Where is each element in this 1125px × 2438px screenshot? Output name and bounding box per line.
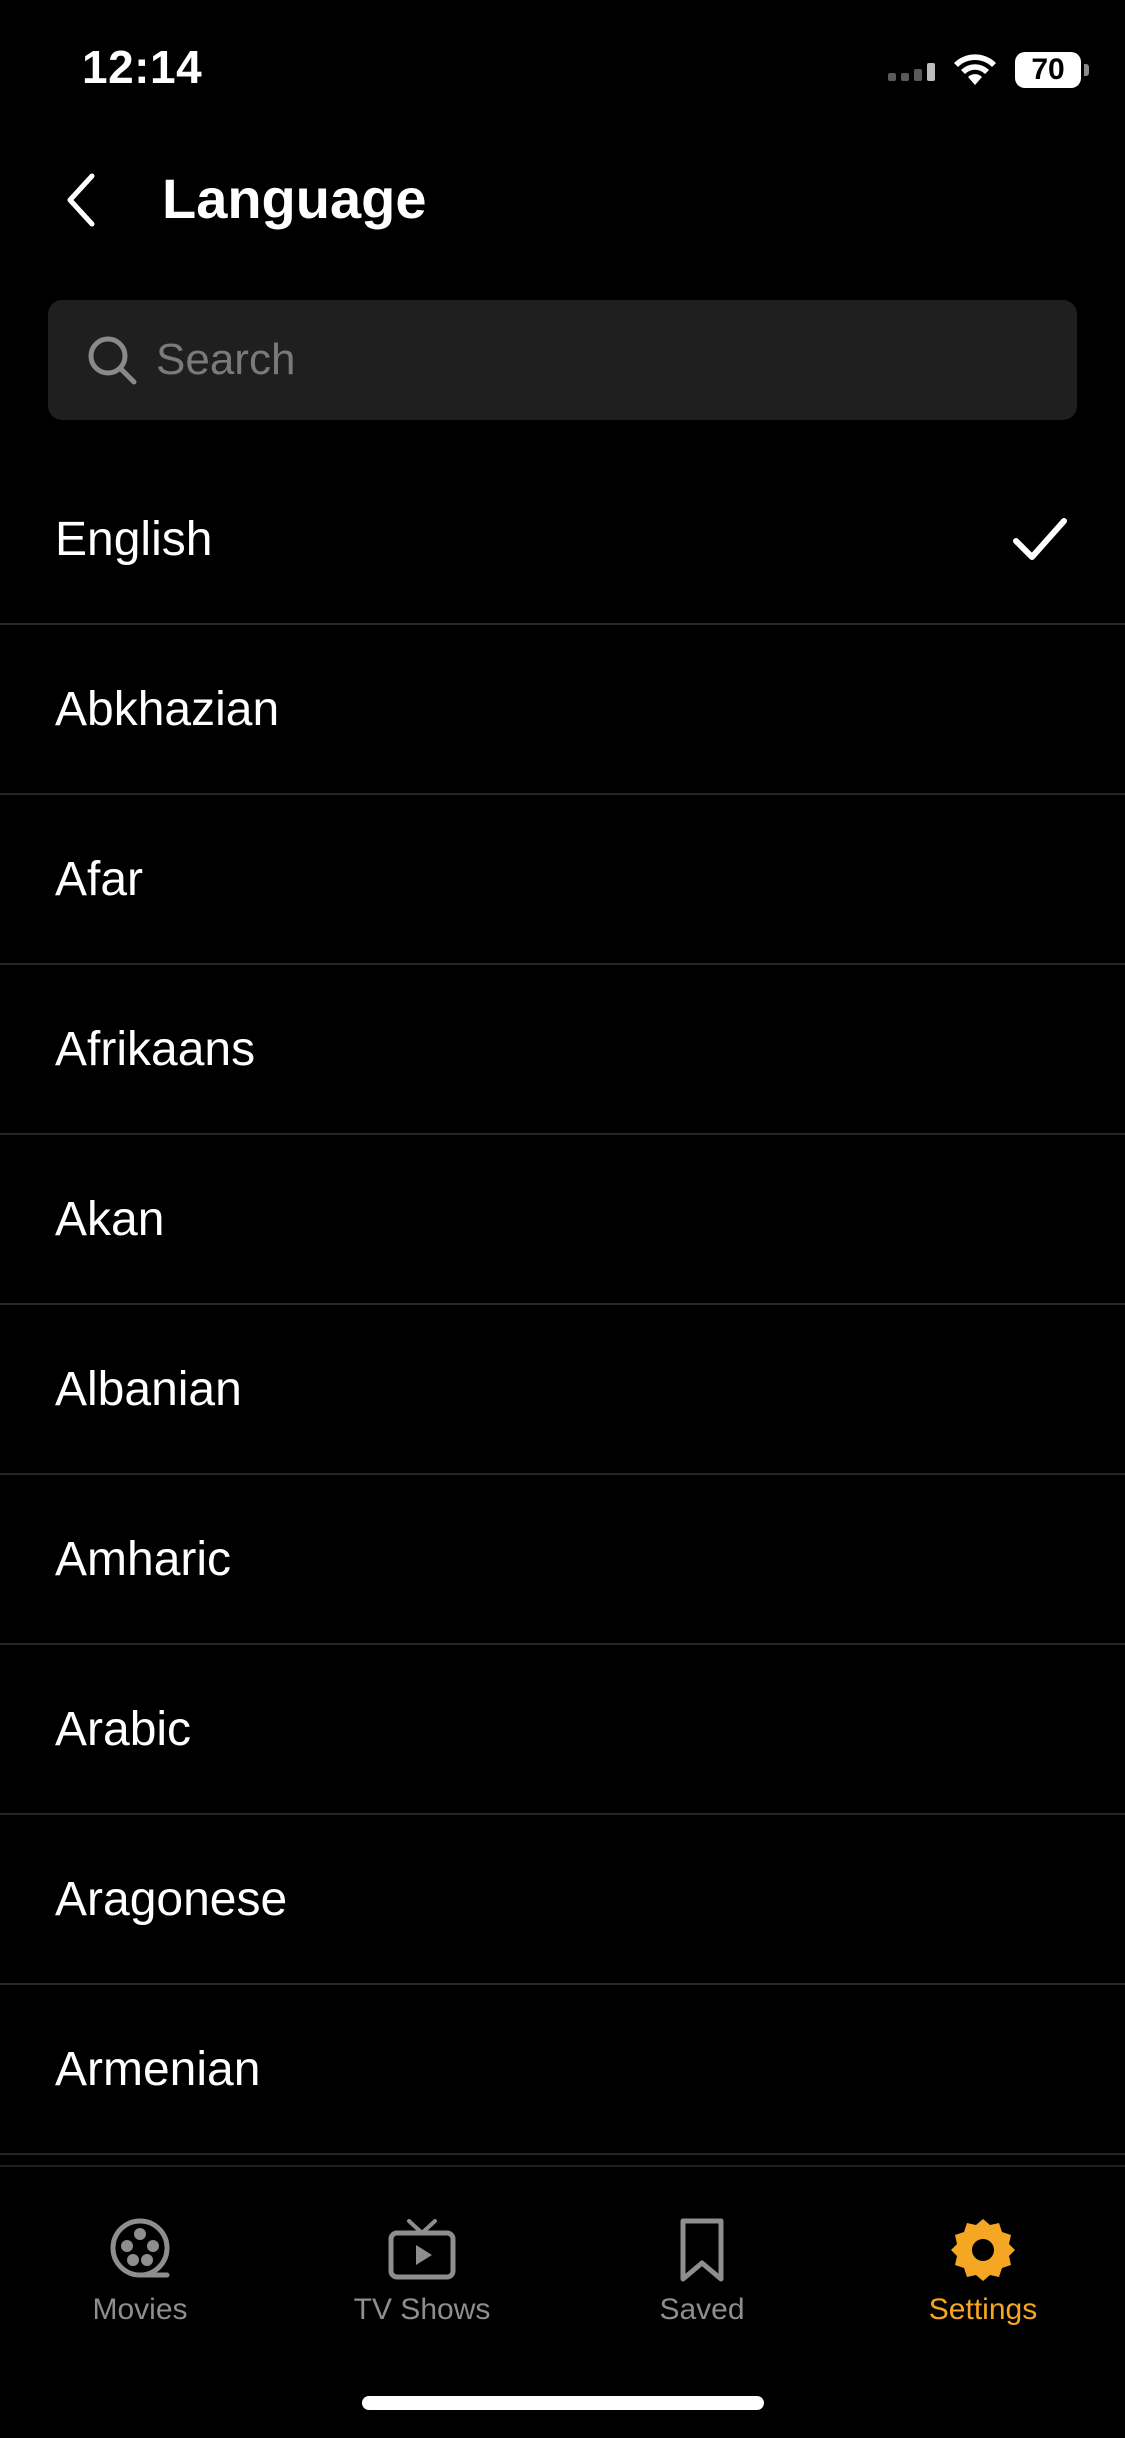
- film-reel-icon: [110, 2218, 170, 2278]
- language-item[interactable]: Albanian: [0, 1305, 1125, 1475]
- tab-label: Movies: [92, 2293, 188, 2326]
- page-title: Language: [162, 167, 427, 230]
- gear-icon: [951, 2219, 1015, 2281]
- language-label: Armenian: [55, 2042, 261, 2096]
- language-item[interactable]: English: [0, 455, 1125, 625]
- language-label: Akan: [55, 1192, 165, 1246]
- bookmark-icon: [680, 2218, 724, 2282]
- status-indicators: 70: [888, 48, 1089, 92]
- search-input[interactable]: [154, 334, 1077, 386]
- language-item[interactable]: Afar: [0, 795, 1125, 965]
- language-label: Afrikaans: [55, 1022, 256, 1076]
- header: Language: [0, 150, 1125, 250]
- status-bar: 12:14 70: [0, 0, 1125, 135]
- language-label: English: [55, 512, 213, 566]
- status-time: 12:14: [82, 41, 203, 93]
- search-bar[interactable]: [48, 300, 1077, 420]
- checkmark-icon: [1013, 518, 1067, 560]
- tab-saved[interactable]: Saved: [582, 2215, 822, 2327]
- language-item[interactable]: Aragonese: [0, 1815, 1125, 1985]
- language-label: Aragonese: [55, 1872, 288, 1926]
- language-item[interactable]: Abkhazian: [0, 625, 1125, 795]
- battery-level: 70: [1031, 53, 1065, 86]
- language-label: Amharic: [55, 1532, 232, 1586]
- chevron-left-icon: [67, 173, 95, 227]
- language-label: Arabic: [55, 1702, 192, 1756]
- language-item[interactable]: Amharic: [0, 1475, 1125, 1645]
- tab-label: Saved: [659, 2293, 745, 2326]
- language-label: Abkhazian: [55, 682, 280, 736]
- back-button[interactable]: [50, 168, 114, 232]
- wifi-icon: [954, 54, 996, 85]
- tab-label: TV Shows: [353, 2293, 491, 2326]
- language-item[interactable]: Armenian: [0, 1985, 1125, 2155]
- language-list: English Abkhazian Afar Afrikaans Akan Albania…: [0, 455, 1125, 2155]
- battery-icon: 70: [1015, 52, 1089, 88]
- language-item[interactable]: Akan: [0, 1135, 1125, 1305]
- tab-movies[interactable]: Movies: [20, 2215, 260, 2327]
- tab-tv-shows[interactable]: TV Shows: [302, 2215, 542, 2327]
- tab-label: Settings: [928, 2293, 1038, 2326]
- cellular-signal-icon: [888, 59, 935, 81]
- language-item[interactable]: Afrikaans: [0, 965, 1125, 1135]
- tab-settings[interactable]: Settings: [863, 2215, 1103, 2327]
- language-label: Albanian: [55, 1362, 242, 1416]
- search-icon: [84, 332, 140, 388]
- language-item[interactable]: Arabic: [0, 1645, 1125, 1815]
- language-label: Afar: [55, 852, 144, 906]
- tv-icon: [388, 2219, 456, 2280]
- home-indicator: [362, 2396, 764, 2410]
